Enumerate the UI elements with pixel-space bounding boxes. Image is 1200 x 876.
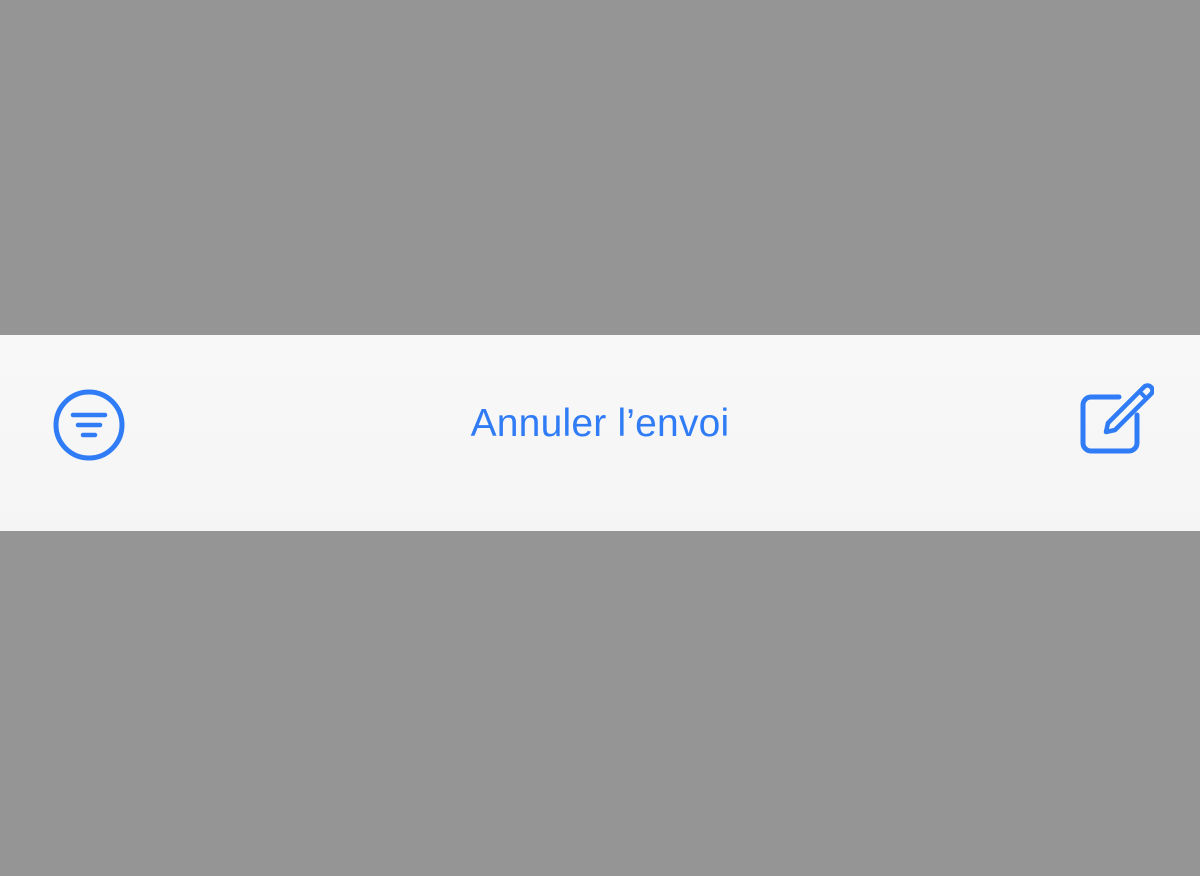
filter-icon [53, 389, 125, 461]
dimmed-bottom-area [0, 531, 1200, 876]
filter-button[interactable] [52, 388, 126, 462]
mail-bottom-toolbar: Annuler l’envoi [0, 335, 1200, 531]
dimmed-top-area [0, 0, 1200, 335]
compose-button[interactable] [1078, 383, 1154, 459]
undo-send-button[interactable]: Annuler l’envoi [440, 391, 760, 455]
compose-icon [1080, 383, 1154, 454]
